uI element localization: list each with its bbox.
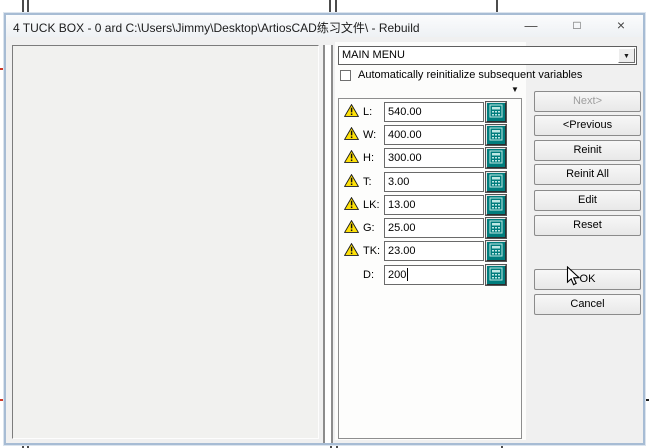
calculator-button[interactable]: [486, 102, 506, 122]
previous-button[interactable]: <Previous: [534, 115, 641, 136]
menu-dropdown-value: MAIN MENU: [342, 49, 405, 61]
calculator-button[interactable]: [486, 241, 506, 261]
variable-label: LK:: [363, 199, 385, 211]
variable-label: L:: [363, 106, 385, 118]
drawing-line: [335, 0, 337, 13]
drawing-line: [22, 0, 24, 13]
warning-icon: [344, 197, 359, 210]
rebuild-dialog: 4 TUCK BOX - 0 ard C:\Users\Jimmy\Deskto…: [4, 13, 645, 445]
warning-icon: [344, 220, 359, 233]
variable-label: TK:: [363, 245, 385, 257]
screen: { "window": { "title": "4 TUCK BOX - 0 a…: [0, 0, 649, 448]
edit-button[interactable]: Edit: [534, 190, 641, 211]
variable-row-tk: TK:: [6, 241, 647, 262]
auto-reinitialize-label: Automatically reinitialize subsequent va…: [358, 69, 582, 81]
window-title: 4 TUCK BOX - 0 ard C:\Users\Jimmy\Deskto…: [13, 19, 420, 36]
auto-reinitialize-checkbox[interactable]: [340, 70, 351, 81]
variable-input-lk[interactable]: [384, 195, 484, 215]
reinit-button[interactable]: Reinit: [534, 140, 641, 161]
drawing-line: [329, 0, 331, 13]
next-button: Next>: [534, 91, 641, 112]
variable-label: T:: [363, 176, 385, 188]
drawing-line: [27, 0, 29, 13]
variable-input-d[interactable]: [384, 265, 484, 285]
variable-label: W:: [363, 129, 385, 141]
minimize-button[interactable]: —: [516, 16, 546, 35]
maximize-button[interactable]: □: [562, 16, 592, 35]
drawing-line: [496, 0, 498, 13]
mouse-cursor-icon: [566, 266, 581, 292]
variable-input-l[interactable]: [384, 102, 484, 122]
chevron-down-icon[interactable]: ▼: [618, 48, 635, 63]
calculator-button[interactable]: [486, 218, 506, 238]
calculator-button[interactable]: [486, 125, 506, 145]
calculator-button[interactable]: [486, 148, 506, 168]
scroll-down-icon[interactable]: ▼: [511, 85, 519, 94]
close-button[interactable]: ×: [606, 16, 636, 35]
warning-icon: [344, 243, 359, 256]
text-caret: [407, 268, 408, 281]
cancel-button[interactable]: Cancel: [534, 294, 641, 315]
variable-label: D:: [363, 269, 385, 281]
variable-input-tk[interactable]: [384, 241, 484, 261]
variable-label: G:: [363, 222, 385, 234]
warning-icon: [344, 174, 359, 187]
warning-icon: [344, 150, 359, 163]
calculator-button[interactable]: [486, 265, 506, 285]
variable-input-g[interactable]: [384, 218, 484, 238]
calculator-button[interactable]: [486, 195, 506, 215]
ok-button[interactable]: OK: [534, 269, 641, 290]
calculator-button[interactable]: [486, 172, 506, 192]
variable-input-w[interactable]: [384, 125, 484, 145]
reset-button[interactable]: Reset: [534, 215, 641, 236]
variable-label: H:: [363, 152, 385, 164]
warning-icon: [344, 127, 359, 140]
variable-input-t[interactable]: [384, 172, 484, 192]
reinit-all-button[interactable]: Reinit All: [534, 164, 641, 185]
menu-dropdown[interactable]: MAIN MENU ▼: [338, 46, 637, 65]
variable-input-h[interactable]: [384, 148, 484, 168]
warning-icon: [344, 104, 359, 117]
title-bar[interactable]: 4 TUCK BOX - 0 ard C:\Users\Jimmy\Deskto…: [6, 15, 643, 37]
